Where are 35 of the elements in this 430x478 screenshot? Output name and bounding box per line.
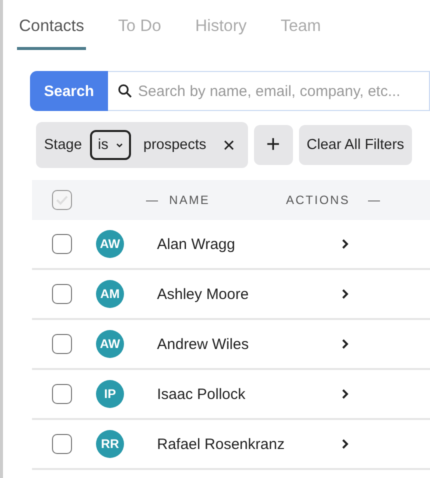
column-header[interactable]: ACTIONS — [286, 193, 356, 207]
check-icon — [55, 193, 69, 207]
contact-name[interactable]: Ashley Moore — [157, 286, 327, 302]
clear-filters-button[interactable]: Clear All Filters — [298, 125, 412, 165]
chevron-right-icon[interactable] — [341, 438, 349, 450]
chevron-right-icon[interactable] — [341, 388, 349, 400]
avatar: AM — [96, 280, 124, 308]
checkbox[interactable] — [52, 190, 72, 210]
checkbox[interactable] — [52, 334, 72, 354]
contact-name[interactable]: Isaac Pollock — [157, 386, 327, 402]
search-field[interactable]: Search by name, email, company, etc... — [108, 71, 430, 111]
avatar: IP — [96, 380, 124, 408]
checkbox[interactable] — [52, 434, 72, 454]
contact-name[interactable]: Andrew Wiles — [157, 336, 327, 352]
remove-filter-button[interactable]: ✕ — [222, 136, 236, 154]
search-button[interactable]: Search — [30, 71, 108, 111]
tab[interactable]: Contacts — [17, 16, 86, 50]
filter-value: prospects — [143, 137, 206, 153]
operator-dropdown[interactable]: is — [90, 130, 132, 160]
avatar: RR — [96, 430, 124, 458]
caret-icon — [116, 142, 124, 148]
avatar: AW — [96, 230, 124, 258]
avatar: AW — [96, 330, 124, 358]
checkbox[interactable] — [52, 284, 72, 304]
chevron-right-icon[interactable] — [341, 338, 349, 350]
filter-field-label: Stage — [44, 137, 82, 153]
add-filter-button[interactable]: + — [254, 125, 293, 165]
chevron-right-icon[interactable] — [341, 238, 349, 250]
column-header[interactable]: — NAME — [146, 193, 286, 207]
column-header[interactable]: — — [368, 193, 382, 207]
checkbox[interactable] — [52, 384, 72, 404]
contact-name[interactable]: Alan Wragg — [157, 236, 327, 252]
checkbox[interactable] — [52, 234, 72, 254]
contact-name[interactable]: Rafael Rosenkranz — [157, 436, 327, 452]
chevron-right-icon[interactable] — [341, 288, 349, 300]
